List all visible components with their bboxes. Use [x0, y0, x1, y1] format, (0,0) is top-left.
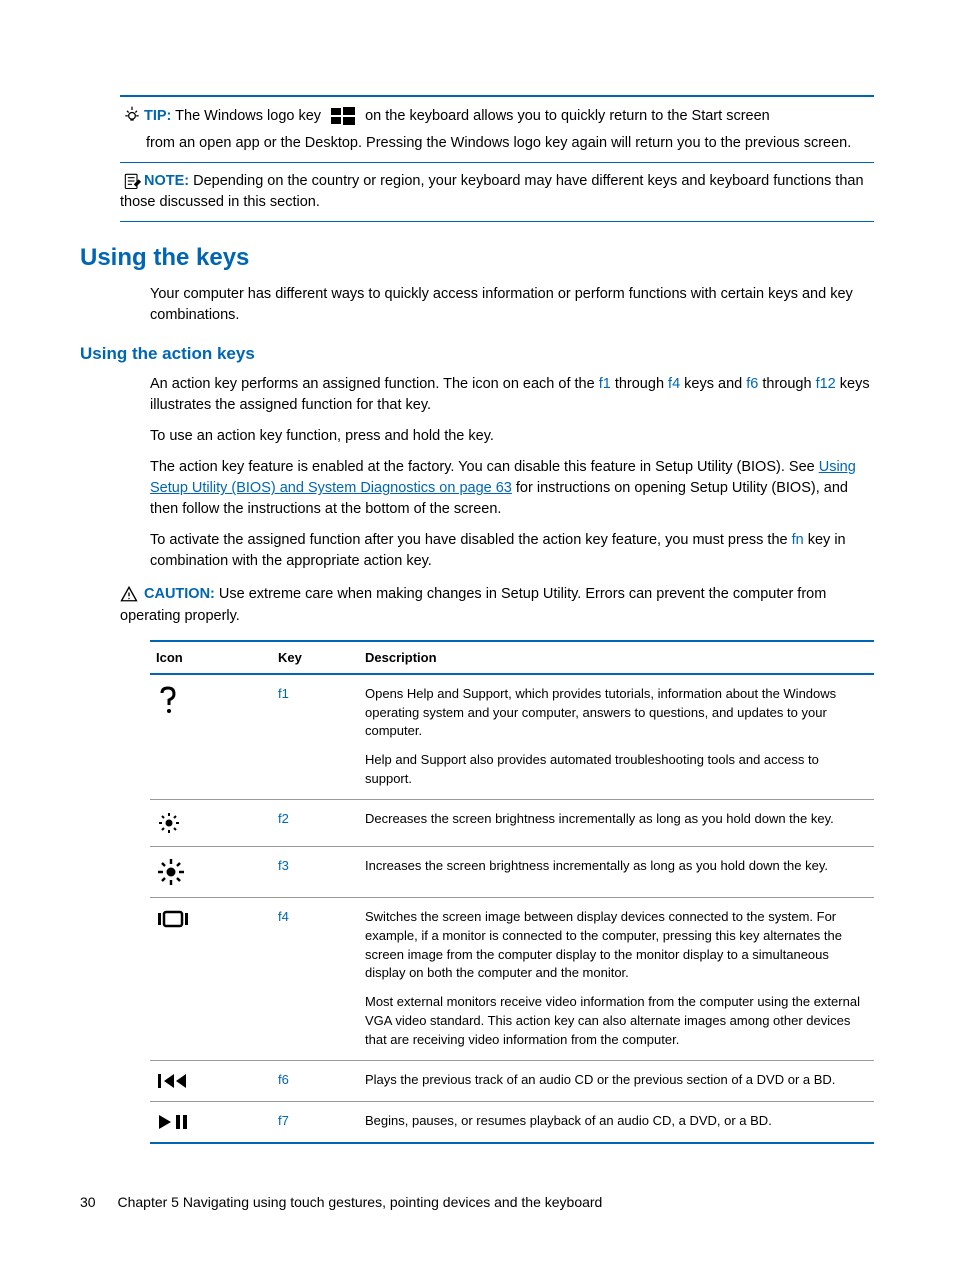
table-header-row: Icon Key Description [150, 641, 874, 674]
caution-icon [120, 584, 144, 606]
table-row: f6 Plays the previous track of an audio … [150, 1060, 874, 1101]
key-label: f3 [272, 846, 359, 897]
key-label: f7 [272, 1101, 359, 1143]
caution-label: CAUTION: [144, 586, 215, 602]
action-para-4: To activate the assigned function after … [150, 530, 874, 572]
key-label: f1 [272, 674, 359, 800]
page-footer: 30 Chapter 5 Navigating using touch gest… [80, 1194, 602, 1210]
key-desc: Begins, pauses, or resumes playback of a… [359, 1101, 874, 1143]
brightness-up-icon [150, 846, 272, 897]
col-icon: Icon [150, 641, 272, 674]
heading-using-keys: Using the keys [80, 244, 874, 272]
chapter-title: Chapter 5 Navigating using touch gesture… [117, 1194, 602, 1210]
key-desc: Opens Help and Support, which provides t… [359, 674, 874, 800]
tip-text-after: on the keyboard allows you to quickly re… [365, 108, 770, 124]
key-f6: f6 [746, 376, 758, 392]
note-label: NOTE: [144, 173, 189, 189]
action-para-1: An action key performs an assigned funct… [150, 374, 874, 416]
note-text: Depending on the country or region, your… [120, 173, 864, 210]
tip-text-before: The Windows logo key [175, 108, 321, 124]
note-icon [120, 171, 144, 192]
switch-display-icon [150, 897, 272, 1060]
heading-using-action-keys: Using the action keys [80, 344, 874, 364]
key-f12: f12 [816, 376, 836, 392]
windows-logo-icon [329, 105, 357, 127]
table-row: f7 Begins, pauses, or resumes playback o… [150, 1101, 874, 1143]
prev-track-icon [150, 1060, 272, 1101]
key-f1: f1 [599, 376, 611, 392]
play-pause-icon [150, 1101, 272, 1143]
keys-intro: Your computer has different ways to quic… [150, 284, 874, 326]
tip-icon [120, 105, 144, 126]
table-row: f2 Decreases the screen brightness incre… [150, 799, 874, 846]
key-fn: fn [792, 532, 804, 548]
col-desc: Description [359, 641, 874, 674]
key-label: f2 [272, 799, 359, 846]
action-para-2: To use an action key function, press and… [150, 426, 874, 447]
caution-text: Use extreme care when making changes in … [120, 586, 826, 624]
help-icon [150, 674, 272, 800]
key-desc: Decreases the screen brightness incremen… [359, 799, 874, 846]
key-label: f6 [272, 1060, 359, 1101]
table-row: f1 Opens Help and Support, which provide… [150, 674, 874, 800]
key-desc: Increases the screen brightness incremen… [359, 846, 874, 897]
key-desc: Plays the previous track of an audio CD … [359, 1060, 874, 1101]
tip-callout: TIP: The Windows logo key on the keyboar… [120, 95, 874, 163]
tip-continue: from an open app or the Desktop. Pressin… [120, 133, 874, 154]
table-row: f4 Switches the screen image between dis… [150, 897, 874, 1060]
table-row: f3 Increases the screen brightness incre… [150, 846, 874, 897]
key-label: f4 [272, 897, 359, 1060]
action-keys-table: Icon Key Description f1 Opens Help and S… [150, 640, 874, 1144]
action-para-3: The action key feature is enabled at the… [150, 457, 874, 520]
tip-label: TIP: [144, 108, 171, 124]
key-desc: Switches the screen image between displa… [359, 897, 874, 1060]
note-callout: NOTE: Depending on the country or region… [120, 163, 874, 222]
caution-callout: CAUTION: Use extreme care when making ch… [120, 584, 874, 634]
page-number: 30 [80, 1194, 96, 1210]
key-f4: f4 [668, 376, 680, 392]
col-key: Key [272, 641, 359, 674]
brightness-down-icon [150, 799, 272, 846]
